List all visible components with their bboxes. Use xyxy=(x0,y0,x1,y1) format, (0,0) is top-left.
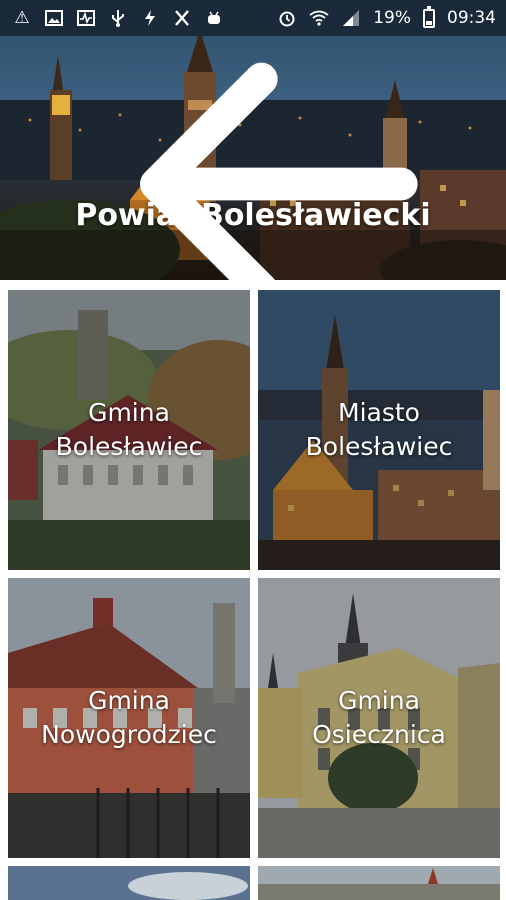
tools-icon xyxy=(172,8,192,28)
tile-gmina-boleslawiec[interactable]: Gmina Bolesławiec xyxy=(8,290,250,570)
tile-gmina-osiecznica[interactable]: Gmina Osiecznica xyxy=(258,578,500,858)
tile-miasto-boleslawiec[interactable]: Miasto Bolesławiec xyxy=(258,290,500,570)
tile-label: Gmina Bolesławiec xyxy=(55,398,203,461)
district-grid: Gmina Bolesławiec Miasto Bolesławiec Gmi… xyxy=(0,280,506,900)
status-bar: ⚠ 19% 09:34 xyxy=(0,0,506,36)
battery-icon xyxy=(423,5,435,28)
tile-label: Gmina Nowogrodziec xyxy=(41,686,217,749)
flash-icon xyxy=(140,8,160,28)
tile-label: Miasto Bolesławiec xyxy=(305,398,453,461)
header-hero: Powiat Bolesławiecki xyxy=(0,0,506,280)
back-button[interactable] xyxy=(20,44,418,280)
tile-partial-left[interactable] xyxy=(8,866,250,900)
clock: 09:34 xyxy=(447,8,496,28)
tile-gmina-nowogrodziec[interactable]: Gmina Nowogrodziec xyxy=(8,578,250,858)
arrow-left-icon xyxy=(140,62,418,280)
wifi-icon xyxy=(309,8,329,28)
tile-label: Gmina Osiecznica xyxy=(312,686,446,749)
tile-image xyxy=(8,866,250,900)
warning-icon: ⚠ xyxy=(14,7,30,28)
android-icon xyxy=(204,8,224,28)
pulse-icon xyxy=(76,8,96,28)
usb-icon xyxy=(108,8,128,28)
alarm-icon xyxy=(277,8,297,28)
tile-partial-right[interactable] xyxy=(258,866,500,900)
image-icon xyxy=(44,8,64,28)
battery-percent: 19% xyxy=(373,8,411,28)
signal-icon xyxy=(341,8,361,28)
tile-image xyxy=(258,866,500,900)
